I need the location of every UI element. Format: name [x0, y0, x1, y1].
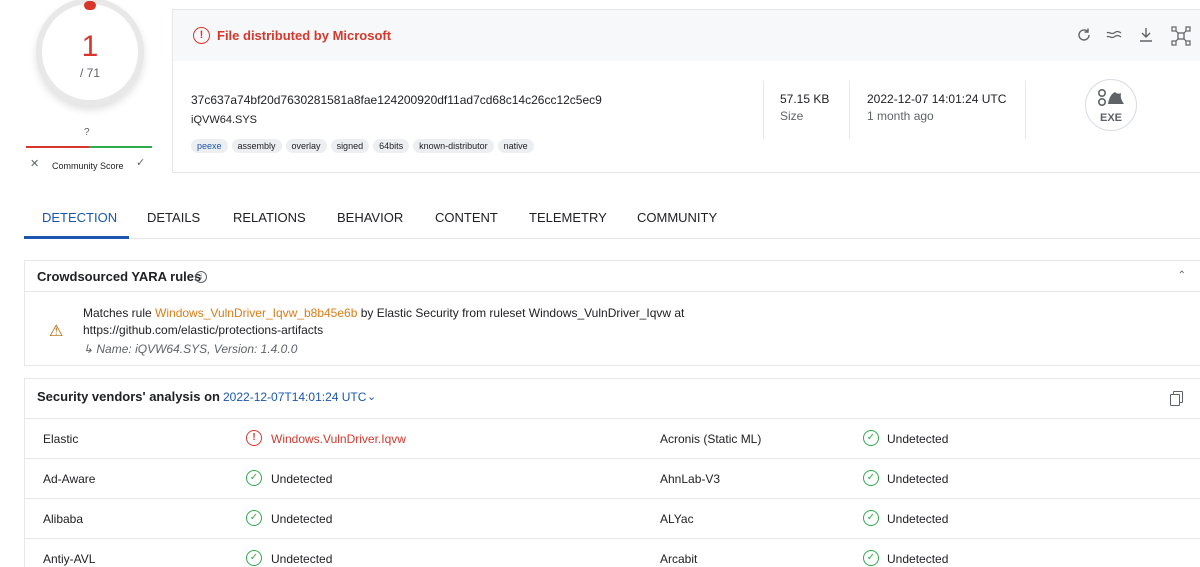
undetected-icon: ✓ — [863, 470, 879, 486]
copy-icon[interactable] — [1170, 391, 1184, 407]
x-icon[interactable]: ✕ — [30, 157, 39, 170]
tag-64bits[interactable]: 64bits — [373, 139, 410, 153]
vendor-name: ALYac — [660, 512, 694, 526]
vendor-name: Acronis (Static ML) — [660, 432, 762, 446]
yara-title: Crowdsourced YARA rules — [37, 269, 202, 284]
similar-icon[interactable] — [1105, 26, 1123, 48]
vendor-row: Ad-Aware ✓ Undetected AhnLab-V3 ✓ Undete… — [25, 458, 1200, 498]
tab-telemetry[interactable]: TELEMETRY — [529, 210, 607, 225]
file-size-label: Size — [780, 109, 804, 123]
vendor-result: Undetected — [271, 512, 333, 526]
distributor-alert: File distributed by Microsoft — [217, 28, 392, 43]
vendor-name: AhnLab-V3 — [660, 472, 721, 486]
tab-details[interactable]: DETAILS — [147, 210, 200, 225]
analysis-date-relative: 1 month ago — [867, 109, 934, 123]
vendor-name: Elastic — [43, 432, 79, 446]
yara-suffix: by Elastic Security from ruleset Windows… — [357, 306, 685, 320]
tag-assembly[interactable]: assembly — [231, 139, 282, 153]
detection-score-gauge: 1 / 71 — [42, 1, 138, 100]
graph-icon[interactable] — [1171, 26, 1191, 50]
download-icon[interactable] — [1137, 26, 1155, 48]
community-score-value: ? — [84, 127, 90, 138]
vendor-result: Windows.VulnDriver.Iqvw — [271, 432, 406, 446]
alert-icon: ! — [193, 27, 210, 44]
vendor-result: Undetected — [887, 432, 949, 446]
yara-rule-link[interactable]: Windows_VulnDriver_Iqvw_b8b45e6b — [155, 306, 357, 320]
file-summary-card: ! File distributed by Microsoft 37c637a7… — [172, 9, 1200, 173]
yara-rules-panel: Crowdsourced YARA rules i ⌃ ⚠ Matches ru… — [24, 260, 1200, 366]
gauge-indicator — [84, 1, 96, 10]
chevron-up-icon[interactable]: ⌃ — [1178, 270, 1186, 281]
vendor-row: Elastic ! Windows.VulnDriver.Iqvw Acroni… — [25, 418, 1200, 458]
tab-content[interactable]: CONTENT — [435, 210, 498, 225]
tag-native[interactable]: native — [497, 139, 534, 153]
vendor-name: Antiy-AVL — [43, 552, 96, 566]
undetected-icon: ✓ — [246, 510, 262, 526]
tab-relations[interactable]: RELATIONS — [233, 210, 306, 225]
vendor-row: Alibaba ✓ Undetected ALYac ✓ Undetected — [25, 498, 1200, 538]
file-tags: peexe assembly overlay signed 64bits kno… — [191, 139, 534, 153]
tag-signed[interactable]: signed — [330, 139, 370, 153]
tag-overlay[interactable]: overlay — [285, 139, 327, 153]
yara-ruleset-url: https://github.com/elastic/protections-a… — [83, 323, 324, 337]
engine-total: / 71 — [79, 66, 100, 80]
active-tab-indicator — [24, 236, 129, 239]
file-size-value: 57.15 KB — [780, 92, 830, 106]
info-icon[interactable]: i — [195, 271, 207, 283]
vendor-result: Undetected — [887, 552, 949, 566]
analysis-date-selector[interactable]: 2022-12-07T14:01:24 UTC — [223, 390, 366, 404]
community-score-label: Community Score — [52, 161, 124, 171]
vendor-result: Undetected — [271, 552, 333, 566]
divider — [849, 81, 850, 139]
divider — [1025, 81, 1026, 139]
vendor-analysis-title: Security vendors' analysis on — [37, 389, 220, 404]
file-report-page: 1 / 71 ? ✕ Community Score ✓ ! File dist… — [0, 0, 1200, 567]
warning-icon: ⚠ — [49, 323, 64, 340]
vendor-result: Undetected — [887, 512, 949, 526]
tag-peexe[interactable]: peexe — [191, 139, 228, 153]
tab-community[interactable]: COMMUNITY — [637, 210, 717, 225]
check-icon[interactable]: ✓ — [136, 156, 145, 169]
yara-prefix: Matches rule — [83, 306, 156, 320]
card-header: ! File distributed by Microsoft — [173, 10, 1200, 61]
reanalyze-icon[interactable] — [1075, 26, 1093, 48]
vendor-name: Ad-Aware — [43, 472, 96, 486]
vendor-result: Undetected — [887, 472, 949, 486]
report-tabs: DETECTION DETAILS RELATIONS BEHAVIOR CON… — [24, 203, 1200, 239]
undetected-icon: ✓ — [246, 470, 262, 486]
community-score-bar — [26, 146, 152, 148]
tag-known-distributor[interactable]: known-distributor — [413, 139, 494, 153]
vendor-name: Arcabit — [660, 552, 698, 566]
tab-detection[interactable]: DETECTION — [42, 210, 117, 225]
undetected-icon: ✓ — [863, 510, 879, 526]
malicious-icon: ! — [246, 430, 262, 446]
file-type-text: EXE — [1099, 112, 1122, 124]
vendor-result: Undetected — [271, 472, 333, 486]
yara-match-text: Matches rule Windows_VulnDriver_Iqvw_b8b… — [83, 306, 684, 320]
detection-count: 1 — [81, 30, 99, 63]
chevron-down-icon[interactable]: ⌄ — [367, 390, 376, 403]
undetected-icon: ✓ — [863, 550, 879, 566]
undetected-icon: ✓ — [246, 550, 262, 566]
vendor-name: Alibaba — [43, 512, 84, 526]
vendor-row: Antiy-AVL ✓ Undetected Arcabit ✓ Undetec… — [25, 538, 1200, 567]
file-type-badge: EXE — [1085, 79, 1137, 131]
yara-match-meta: ↳ Name: iQVW64.SYS, Version: 1.4.0.0 — [83, 342, 298, 356]
vendor-analysis-panel: Security vendors' analysis on 2022-12-07… — [24, 378, 1200, 567]
undetected-icon: ✓ — [863, 430, 879, 446]
file-hash[interactable]: 37c637a74bf20d7630281581a8fae124200920df… — [191, 93, 602, 107]
divider — [763, 81, 764, 139]
exe-icon — [1086, 88, 1136, 112]
yara-header[interactable]: Crowdsourced YARA rules i ⌃ — [25, 261, 1200, 292]
analysis-date-value: 2022-12-07 14:01:24 UTC — [867, 92, 1007, 106]
file-name: iQVW64.SYS — [191, 114, 258, 126]
tab-behavior[interactable]: BEHAVIOR — [337, 210, 403, 225]
